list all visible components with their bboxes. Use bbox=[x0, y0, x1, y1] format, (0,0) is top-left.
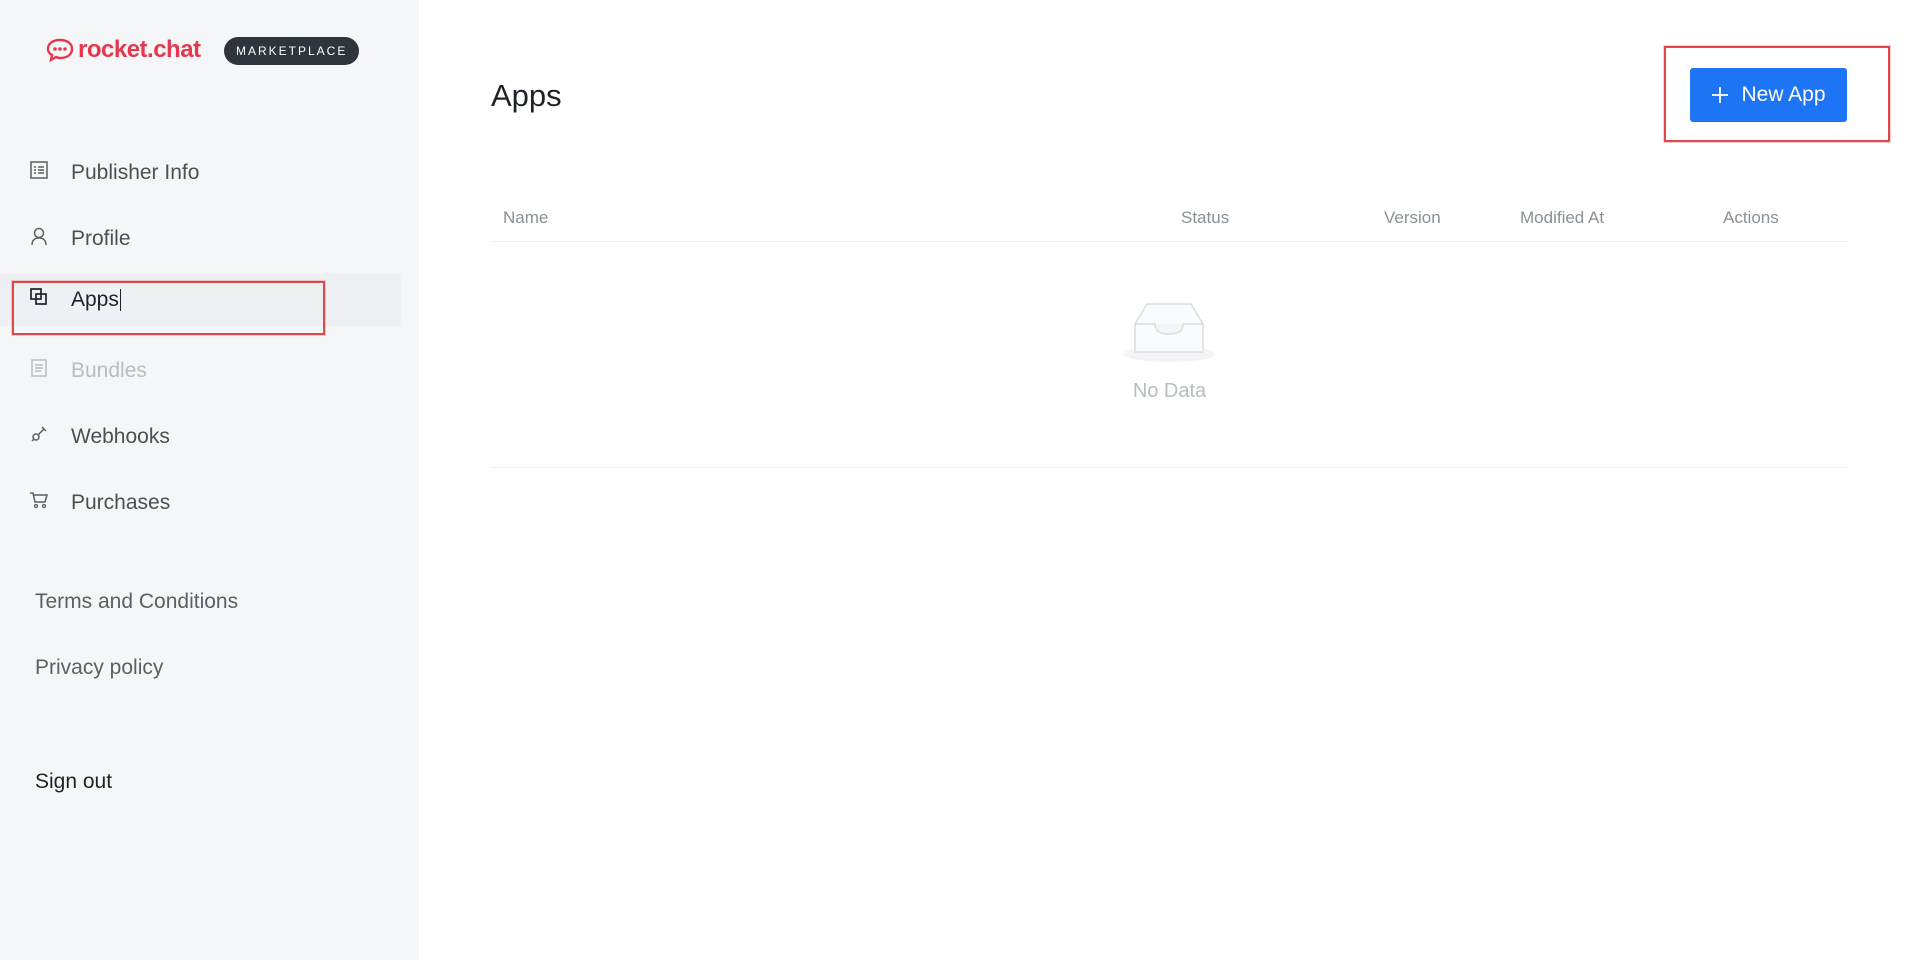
apps-table-empty-state: No Data bbox=[491, 242, 1848, 468]
empty-state-text: No Data bbox=[1132, 380, 1207, 402]
marketplace-badge: MARKETPLACE bbox=[224, 37, 360, 65]
sidebar-item-apps[interactable]: Apps bbox=[0, 274, 401, 326]
sidebar-item-label: Profile bbox=[71, 227, 131, 250]
sidebar-item-publisher-info[interactable]: Publisher Info bbox=[0, 147, 401, 199]
apps-icon bbox=[29, 287, 49, 307]
page-title: Apps bbox=[491, 78, 562, 113]
new-app-label: New App bbox=[1741, 83, 1826, 106]
webhook-icon bbox=[29, 424, 49, 444]
sidebar-item-webhooks[interactable]: Webhooks bbox=[0, 411, 401, 463]
terms-link[interactable]: Terms and Conditions bbox=[35, 590, 238, 614]
sidebar-item-label: Purchases bbox=[71, 491, 171, 514]
sidebar-item-apps-label: Apps bbox=[71, 288, 122, 312]
sidebar-item-profile[interactable]: Profile bbox=[0, 213, 401, 265]
text-caret bbox=[119, 289, 122, 312]
plus-icon bbox=[1711, 86, 1729, 104]
column-header-name[interactable]: Name bbox=[503, 208, 548, 228]
sidebar-item-label: Webhooks bbox=[71, 425, 170, 448]
privacy-link[interactable]: Privacy policy bbox=[35, 656, 163, 680]
bundle-icon bbox=[29, 358, 49, 378]
sidebar: rocket.chat MARKETPLACE Publisher Info P… bbox=[0, 0, 419, 960]
cart-icon bbox=[29, 490, 49, 510]
column-header-status[interactable]: Status bbox=[1181, 208, 1229, 228]
column-header-version[interactable]: Version bbox=[1384, 208, 1441, 228]
apps-table-header: Name Status Version Modified At Actions bbox=[491, 196, 1848, 242]
brand-logo[interactable]: rocket.chat bbox=[46, 36, 201, 64]
sign-out-link[interactable]: Sign out bbox=[35, 770, 112, 794]
empty-inbox-icon bbox=[1123, 303, 1215, 362]
column-header-modified-at[interactable]: Modified At bbox=[1520, 208, 1604, 228]
chat-bubble-icon bbox=[46, 38, 74, 63]
sidebar-item-bundles[interactable]: Bundles bbox=[0, 345, 401, 397]
column-header-actions[interactable]: Actions bbox=[1723, 208, 1779, 228]
logo-text: rocket.chat bbox=[78, 36, 201, 63]
sidebar-item-purchases[interactable]: Purchases bbox=[0, 477, 401, 529]
document-list-icon bbox=[29, 160, 49, 180]
rocketchat-logo: rocket.chat bbox=[46, 36, 201, 64]
sidebar-item-label: Publisher Info bbox=[71, 161, 200, 184]
sidebar-item-label: Apps bbox=[71, 288, 119, 311]
sidebar-item-label: Bundles bbox=[71, 359, 147, 382]
user-icon bbox=[29, 226, 49, 246]
new-app-button[interactable]: New App bbox=[1690, 68, 1847, 122]
